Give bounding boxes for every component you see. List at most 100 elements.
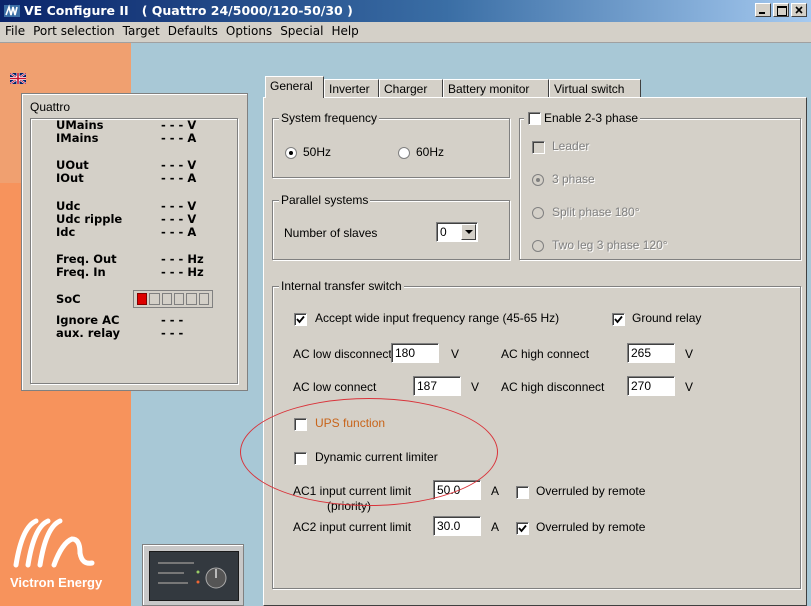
ac-high-disconnect-input[interactable]: 270 xyxy=(627,376,675,396)
device-param-value: - - - A xyxy=(161,131,197,145)
device-param-value: - - - xyxy=(161,326,184,340)
dynamic-limiter-checkbox[interactable] xyxy=(294,452,307,465)
tab-charger[interactable]: Charger xyxy=(379,79,443,98)
checkmark-icon xyxy=(518,524,527,533)
app-window: VE Configure II ( Quattro 24/5000/120-50… xyxy=(0,0,811,606)
menu-defaults[interactable]: Defaults xyxy=(163,22,221,38)
ac-low-connect-input[interactable]: 187 xyxy=(413,376,461,396)
radio-two-leg-label: Two leg 3 phase 120° xyxy=(552,238,668,252)
phase-group: Enable 2-3 phase Leader 3 phase Split ph… xyxy=(519,111,801,260)
ground-relay-label: Ground relay xyxy=(632,311,702,325)
menu-bar: File Port selection Target Defaults Options S… xyxy=(0,22,811,43)
ac-low-disconnect-label: AC low disconnect xyxy=(293,347,392,361)
maximize-button[interactable] xyxy=(773,3,789,17)
ac-low-disconnect-input[interactable]: 180 xyxy=(391,343,439,363)
ac-high-disconnect-unit: V xyxy=(685,380,694,394)
title-bar[interactable]: VE Configure II ( Quattro 24/5000/120-50… xyxy=(0,0,811,22)
chevron-down-icon[interactable] xyxy=(461,224,476,240)
tab-general[interactable]: General xyxy=(265,76,324,98)
ac1-limit-input[interactable]: 50.0 xyxy=(433,480,481,500)
enable-phase-checkbox[interactable] xyxy=(528,112,541,125)
device-panel-title: Quattro xyxy=(30,100,71,114)
client-area: Quattro UMains - - - V IMains - - - A UOut - … xyxy=(0,43,811,606)
victron-logo-icon xyxy=(13,518,95,568)
soc-segment xyxy=(198,293,209,305)
radio-3-phase-label: 3 phase xyxy=(552,172,595,186)
radio-3-phase[interactable] xyxy=(532,174,544,186)
radio-50hz-label: 50Hz xyxy=(303,145,332,159)
ac2-overrule-label: Overruled by remote xyxy=(536,520,646,534)
ups-function-checkbox[interactable] xyxy=(294,418,307,431)
transfer-switch-title: Internal transfer switch xyxy=(279,279,404,293)
brand-name: Victron Energy xyxy=(10,575,103,590)
wide-freq-label: Accept wide input frequency range (45-65… xyxy=(315,311,560,325)
menu-target[interactable]: Target xyxy=(118,22,163,38)
window-title: VE Configure II ( Quattro 24/5000/120-50… xyxy=(24,3,353,18)
ground-relay-checkbox[interactable] xyxy=(612,313,625,326)
ac-low-connect-label: AC low connect xyxy=(293,380,377,394)
close-button[interactable] xyxy=(791,3,807,17)
ac1-overrule-label: Overruled by remote xyxy=(536,484,646,498)
device-param-value: - - - A xyxy=(161,225,197,239)
ac1-overrule-checkbox[interactable] xyxy=(516,486,529,499)
parallel-systems-title: Parallel systems xyxy=(279,193,371,207)
app-icon xyxy=(4,4,20,17)
menu-help[interactable]: Help xyxy=(326,22,361,38)
menu-options[interactable]: Options xyxy=(221,22,275,38)
soc-segment xyxy=(137,293,148,305)
leader-label: Leader xyxy=(552,139,590,153)
menu-file[interactable]: File xyxy=(0,22,28,38)
ac-high-connect-unit: V xyxy=(685,347,694,361)
device-param-label: IOut xyxy=(56,171,84,185)
device-param-label: Idc xyxy=(56,225,76,239)
ac1-priority-label: (priority) xyxy=(327,499,371,513)
device-param-label: aux. relay xyxy=(56,326,121,340)
slaves-select[interactable]: 0 xyxy=(436,222,478,242)
enable-phase-label: Enable 2-3 phase xyxy=(524,111,641,125)
ac-high-connect-input[interactable]: 265 xyxy=(627,343,675,363)
tab-inverter[interactable]: Inverter xyxy=(324,79,379,98)
radio-60hz-label: 60Hz xyxy=(416,145,445,159)
device-param-value: - - - Hz xyxy=(161,265,204,279)
radio-60hz[interactable] xyxy=(398,147,410,159)
device-param-value: - - - A xyxy=(161,171,197,185)
ac-high-disconnect-label: AC high disconnect xyxy=(501,380,605,394)
minimize-button[interactable] xyxy=(755,3,771,17)
leader-checkbox[interactable] xyxy=(532,141,545,154)
ac-low-connect-unit: V xyxy=(471,380,480,394)
radio-split-phase[interactable] xyxy=(532,207,544,219)
dynamic-limiter-label: Dynamic current limiter xyxy=(315,450,438,464)
remote-panel-thumbnail[interactable] xyxy=(142,544,244,606)
device-param-label: Freq. In xyxy=(56,265,106,279)
checkmark-icon xyxy=(614,315,623,324)
language-flag-icon[interactable] xyxy=(10,73,26,84)
system-frequency-title: System frequency xyxy=(279,111,380,125)
general-tab-panel: System frequency 50Hz 60Hz Parallel syst… xyxy=(263,97,807,606)
radio-split-phase-label: Split phase 180° xyxy=(552,205,640,219)
ups-function-label: UPS function xyxy=(315,416,386,430)
soc-segment xyxy=(149,293,160,305)
menu-special[interactable]: Special xyxy=(275,22,326,38)
checkmark-icon xyxy=(296,315,305,324)
ac-low-disconnect-unit: V xyxy=(451,347,460,361)
device-param-label: IMains xyxy=(56,131,99,145)
parallel-systems-group: Parallel systems Number of slaves 0 xyxy=(272,193,510,260)
soc-segment xyxy=(186,293,197,305)
menu-port-selection[interactable]: Port selection xyxy=(28,22,118,38)
ac2-limit-label: AC2 input current limit xyxy=(293,520,412,534)
ac1-limit-unit: A xyxy=(491,484,500,498)
ac2-overrule-checkbox[interactable] xyxy=(516,522,529,535)
transfer-switch-group: Internal transfer switch Accept wide inp… xyxy=(272,279,801,589)
soc-segment xyxy=(161,293,172,305)
ac2-limit-unit: A xyxy=(491,520,500,534)
soc-segment xyxy=(173,293,185,305)
tab-battery-monitor[interactable]: Battery monitor xyxy=(443,79,549,98)
wide-freq-checkbox[interactable] xyxy=(294,313,307,326)
tab-virtual-switch[interactable]: Virtual switch xyxy=(549,79,641,98)
ac2-limit-input[interactable]: 30.0 xyxy=(433,516,481,536)
radio-50hz[interactable] xyxy=(285,147,297,159)
system-frequency-group: System frequency 50Hz 60Hz xyxy=(272,111,510,178)
close-icon xyxy=(795,6,803,14)
slaves-label: Number of slaves xyxy=(284,226,378,240)
radio-two-leg[interactable] xyxy=(532,240,544,252)
